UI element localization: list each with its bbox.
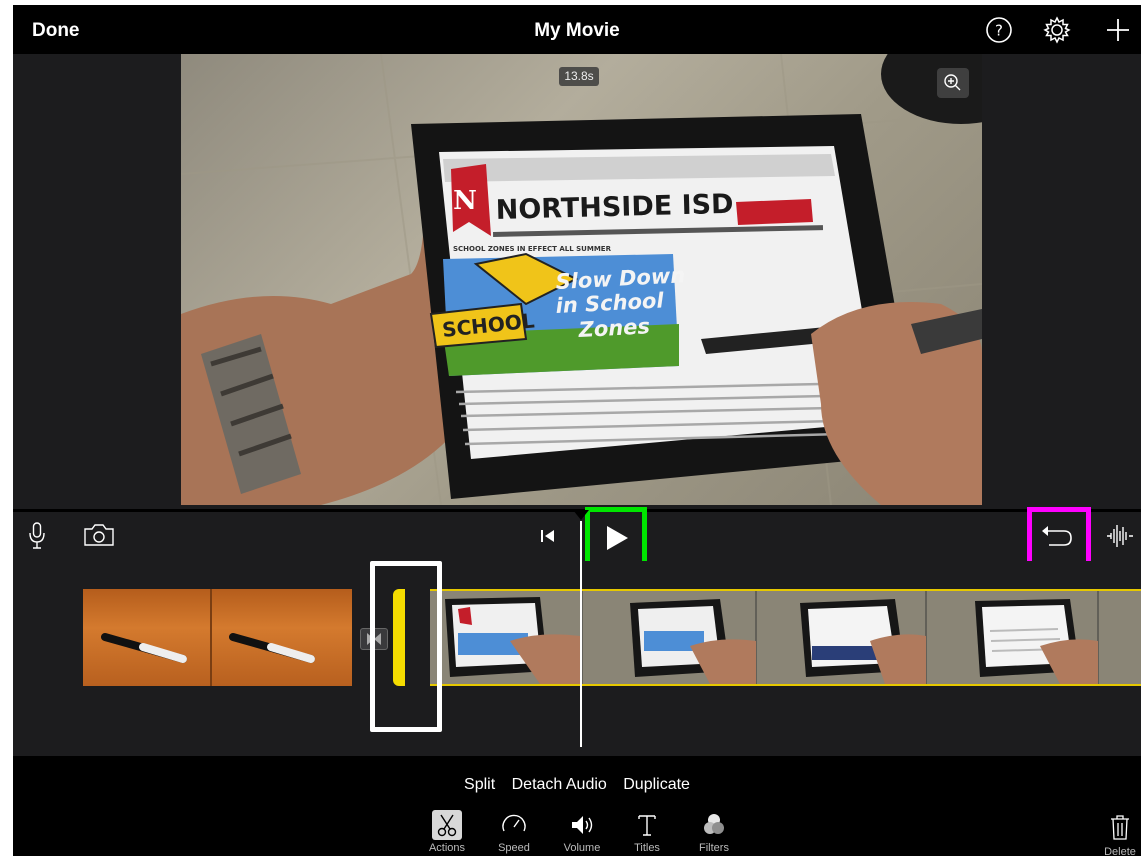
camera-icon[interactable] bbox=[83, 523, 115, 547]
help-icon[interactable]: ? bbox=[984, 15, 1014, 45]
clip-duration-badge: 13.8s bbox=[559, 67, 599, 86]
audio-waveform-icon[interactable] bbox=[1105, 523, 1135, 549]
split-button[interactable]: Split bbox=[464, 776, 495, 793]
marker-clip-thumbnails bbox=[101, 589, 315, 686]
playhead[interactable] bbox=[580, 521, 582, 747]
actions-row: Split Detach Audio Duplicate bbox=[13, 776, 1141, 794]
trim-handle-highlight bbox=[370, 561, 442, 732]
top-bar: Done My Movie ? bbox=[13, 5, 1141, 54]
project-title: My Movie bbox=[534, 20, 620, 41]
tab-actions-label: Actions bbox=[428, 842, 466, 854]
inspector-bar: Split Detach Audio Duplicate Actions Spe… bbox=[13, 756, 1141, 856]
video-viewer: N NORTHSIDE ISD SCHOOL ZONES IN EFFECT A… bbox=[13, 54, 1141, 509]
tab-volume[interactable]: Volume bbox=[552, 810, 612, 854]
video-frame-image: N NORTHSIDE ISD SCHOOL ZONES IN EFFECT A… bbox=[181, 54, 982, 505]
tab-actions[interactable]: Actions bbox=[417, 810, 477, 854]
tab-filters[interactable]: Filters bbox=[684, 810, 744, 854]
scissors-icon bbox=[432, 810, 462, 840]
timeline[interactable] bbox=[13, 561, 1141, 756]
undo-button[interactable] bbox=[1027, 507, 1091, 568]
play-icon bbox=[607, 526, 628, 550]
marker-clip[interactable] bbox=[83, 589, 352, 686]
speaker-icon bbox=[572, 816, 593, 834]
tab-titles-label: Titles bbox=[634, 842, 660, 854]
tab-speed[interactable]: Speed bbox=[484, 810, 544, 854]
filter-circles-icon bbox=[704, 814, 724, 834]
speedometer-icon bbox=[502, 814, 526, 832]
add-plus-icon[interactable] bbox=[1103, 15, 1133, 45]
logo-letter: N bbox=[453, 186, 477, 216]
svg-text:NORTHSIDE ISD: NORTHSIDE ISD bbox=[495, 189, 734, 226]
microphone-icon[interactable] bbox=[27, 521, 47, 551]
video-preview[interactable]: N NORTHSIDE ISD SCHOOL ZONES IN EFFECT A… bbox=[181, 54, 982, 505]
playhead-notch bbox=[573, 510, 589, 520]
skip-to-start-icon[interactable] bbox=[539, 528, 557, 544]
tab-speed-label: Speed bbox=[498, 842, 530, 854]
undo-icon bbox=[1042, 526, 1072, 546]
tab-volume-label: Volume bbox=[563, 842, 601, 854]
trash-icon bbox=[1111, 815, 1129, 840]
play-button[interactable] bbox=[585, 507, 647, 568]
settings-gear-icon[interactable] bbox=[1042, 15, 1072, 45]
ipad-clip-selected[interactable] bbox=[430, 589, 1141, 686]
duplicate-button[interactable]: Duplicate bbox=[623, 776, 690, 793]
ipad-clip-thumbnails bbox=[430, 591, 1141, 684]
tab-titles[interactable]: Titles bbox=[617, 810, 677, 854]
delete-label: Delete bbox=[1104, 846, 1136, 856]
imovie-editor: Done My Movie ? N NORTHSIDE ISD SCHOOL Z… bbox=[13, 5, 1141, 856]
tab-filters-label: Filters bbox=[699, 842, 729, 854]
svg-text:Zones: Zones bbox=[577, 314, 651, 342]
svg-text:SCHOOL ZONES IN EFFECT ALL SUM: SCHOOL ZONES IN EFFECT ALL SUMMER bbox=[453, 245, 612, 253]
svg-text:?: ? bbox=[995, 22, 1003, 40]
delete-button[interactable]: Delete bbox=[1099, 813, 1141, 856]
zoom-in-icon bbox=[944, 74, 961, 91]
detach-audio-button[interactable]: Detach Audio bbox=[512, 776, 607, 793]
text-t-icon bbox=[638, 815, 656, 836]
zoom-button[interactable] bbox=[937, 68, 969, 98]
